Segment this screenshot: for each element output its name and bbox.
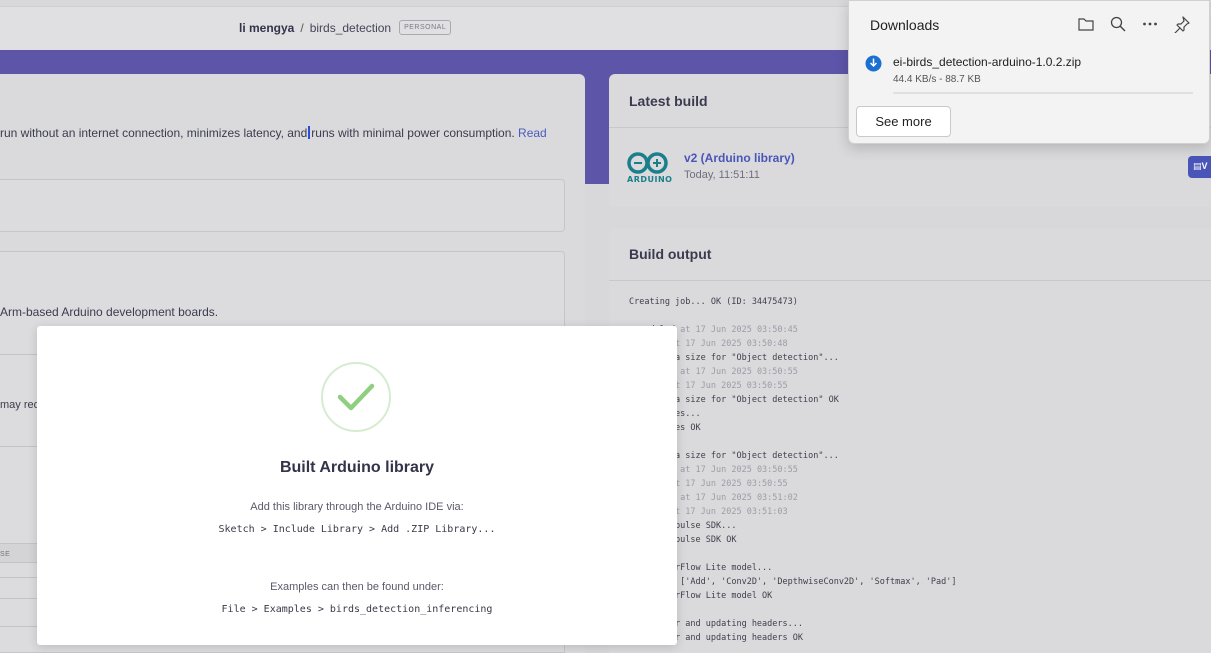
log-line: rted at 17 Jun 2025 03:50:55	[609, 477, 1211, 491]
build-log: Creating job... OK (ID: 34475473) eduled…	[609, 295, 1211, 645]
log-line: dge Impulse SDK OK	[609, 533, 1211, 547]
arduino-logo-text: ARDUINO	[627, 175, 673, 184]
build-output-card: Build output Creating job... OK (ID: 344…	[609, 228, 1211, 653]
more-icon[interactable]	[1141, 15, 1159, 33]
log-line: TensorFlow Lite model...	[609, 561, 1211, 575]
log-line: g arena size for "Object detection" OK	[609, 393, 1211, 407]
text-cursor	[308, 126, 311, 139]
log-line: TensorFlow Lite model OK	[609, 589, 1211, 603]
search-icon[interactable]	[1109, 15, 1127, 33]
build-time: Today, 11:51:11	[684, 169, 760, 181]
log-line: emplates...	[609, 407, 1211, 421]
log-line: rators ['Add', 'Conv2D', 'DepthwiseConv2…	[609, 575, 1211, 589]
download-status: 44.4 KB/s - 88.7 KB	[893, 74, 981, 85]
folder-icon[interactable]	[1077, 15, 1095, 33]
success-check-icon	[321, 362, 391, 432]
breadcrumb-separator: /	[300, 20, 304, 35]
divider	[0, 354, 40, 355]
divider	[0, 626, 40, 627]
document-icon: ▤	[1193, 161, 1202, 171]
log-timestamp: at 17 Jun 2025 03:51:03	[664, 507, 788, 517]
latest-build-title: Latest build	[629, 93, 708, 109]
log-line: rted at 17 Jun 2025 03:50:55	[609, 379, 1211, 393]
dialog-instruction: Add this library through the Arduino IDE…	[250, 501, 464, 513]
search-box[interactable]	[0, 179, 565, 232]
build-name-link[interactable]: v2 (Arduino library)	[684, 151, 795, 165]
downloads-title: Downloads	[870, 17, 940, 33]
log-timestamp: at 17 Jun 2025 03:50:55	[664, 381, 788, 391]
log-line: eduled at 17 Jun 2025 03:50:45	[609, 323, 1211, 337]
log-line: eduled at 17 Jun 2025 03:50:55	[609, 463, 1211, 477]
log-line: dge Impulse SDK...	[609, 519, 1211, 533]
downloads-toolbar	[1077, 15, 1191, 34]
intro-text-part2: runs with minimal power consumption.	[311, 126, 515, 140]
breadcrumb-project[interactable]: birds_detection	[310, 21, 391, 35]
download-file-name[interactable]: ei-birds_detection-arduino-1.0.2.zip	[893, 55, 1081, 69]
divider	[0, 598, 40, 599]
log-line: eduled at 17 Jun 2025 03:51:02	[609, 491, 1211, 505]
read-more-link[interactable]: Read	[518, 126, 547, 140]
build-success-dialog: Built Arduino library Add this library t…	[37, 326, 677, 645]
see-more-button[interactable]: See more	[856, 106, 951, 137]
log-line: emplates OK	[609, 421, 1211, 435]
option-note: may red	[0, 399, 40, 411]
dialog-menu-path: Sketch > Include Library > Add .ZIP Libr…	[218, 524, 496, 535]
view-button-label: V	[1201, 161, 1208, 171]
log-line: rted at 17 Jun 2025 03:50:48	[609, 337, 1211, 351]
log-text: rators ['Add', 'Conv2D', 'DepthwiseConv2…	[629, 577, 957, 587]
dialog-examples-note: Examples can then be found under:	[270, 581, 444, 593]
log-timestamp: at 17 Jun 2025 03:50:55	[664, 479, 788, 489]
arduino-description: Arm-based Arduino development boards.	[0, 305, 219, 319]
log-line: rted at 17 Jun 2025 03:51:03	[609, 505, 1211, 519]
divider	[0, 577, 40, 578]
log-timestamp: at 17 Jun 2025 03:50:55	[675, 367, 798, 377]
download-progress-icon	[865, 55, 882, 72]
intro-text-part1: run without an internet connection, mini…	[0, 126, 308, 140]
log-timestamp: at 17 Jun 2025 03:51:02	[675, 493, 798, 503]
pin-icon[interactable]	[1173, 15, 1191, 34]
breadcrumb-owner[interactable]: li mengya	[239, 21, 294, 35]
divider	[0, 446, 40, 447]
arduino-logo-icon: ARDUINO	[627, 151, 673, 185]
log-line: g arena size for "Object detection"...	[609, 351, 1211, 365]
log-line: clutter and updating headers OK	[609, 631, 1211, 645]
log-timestamp: at 17 Jun 2025 03:50:45	[675, 325, 798, 335]
log-timestamp: at 17 Jun 2025 03:50:48	[664, 339, 788, 349]
log-text: Creating job... OK (ID: 34475473)	[629, 297, 798, 307]
intro-text: run without an internet connection, mini…	[0, 126, 547, 140]
log-line: Creating job... OK (ID: 34475473)	[609, 295, 1211, 309]
dialog-title: Built Arduino library	[279, 459, 435, 476]
download-progress-bar	[893, 92, 1193, 94]
log-timestamp: at 17 Jun 2025 03:50:55	[675, 465, 798, 475]
breadcrumb: li mengya / birds_detection PERSONAL	[239, 20, 452, 35]
downloads-panel: Downloads ei-birds_detection-arduino-1.0…	[848, 0, 1210, 144]
log-line: g arena size for "Object detection"...	[609, 449, 1211, 463]
divider	[609, 280, 1211, 281]
log-line: clutter and updating headers...	[609, 617, 1211, 631]
build-output-title: Build output	[629, 246, 712, 262]
personal-badge: PERSONAL	[399, 20, 452, 35]
table-header-fragment: SE	[0, 543, 38, 563]
dialog-examples-path: File > Examples > birds_detection_infere…	[221, 604, 493, 615]
log-line: eduled at 17 Jun 2025 03:50:55	[609, 365, 1211, 379]
view-build-button[interactable]: ▤V	[1188, 156, 1211, 178]
